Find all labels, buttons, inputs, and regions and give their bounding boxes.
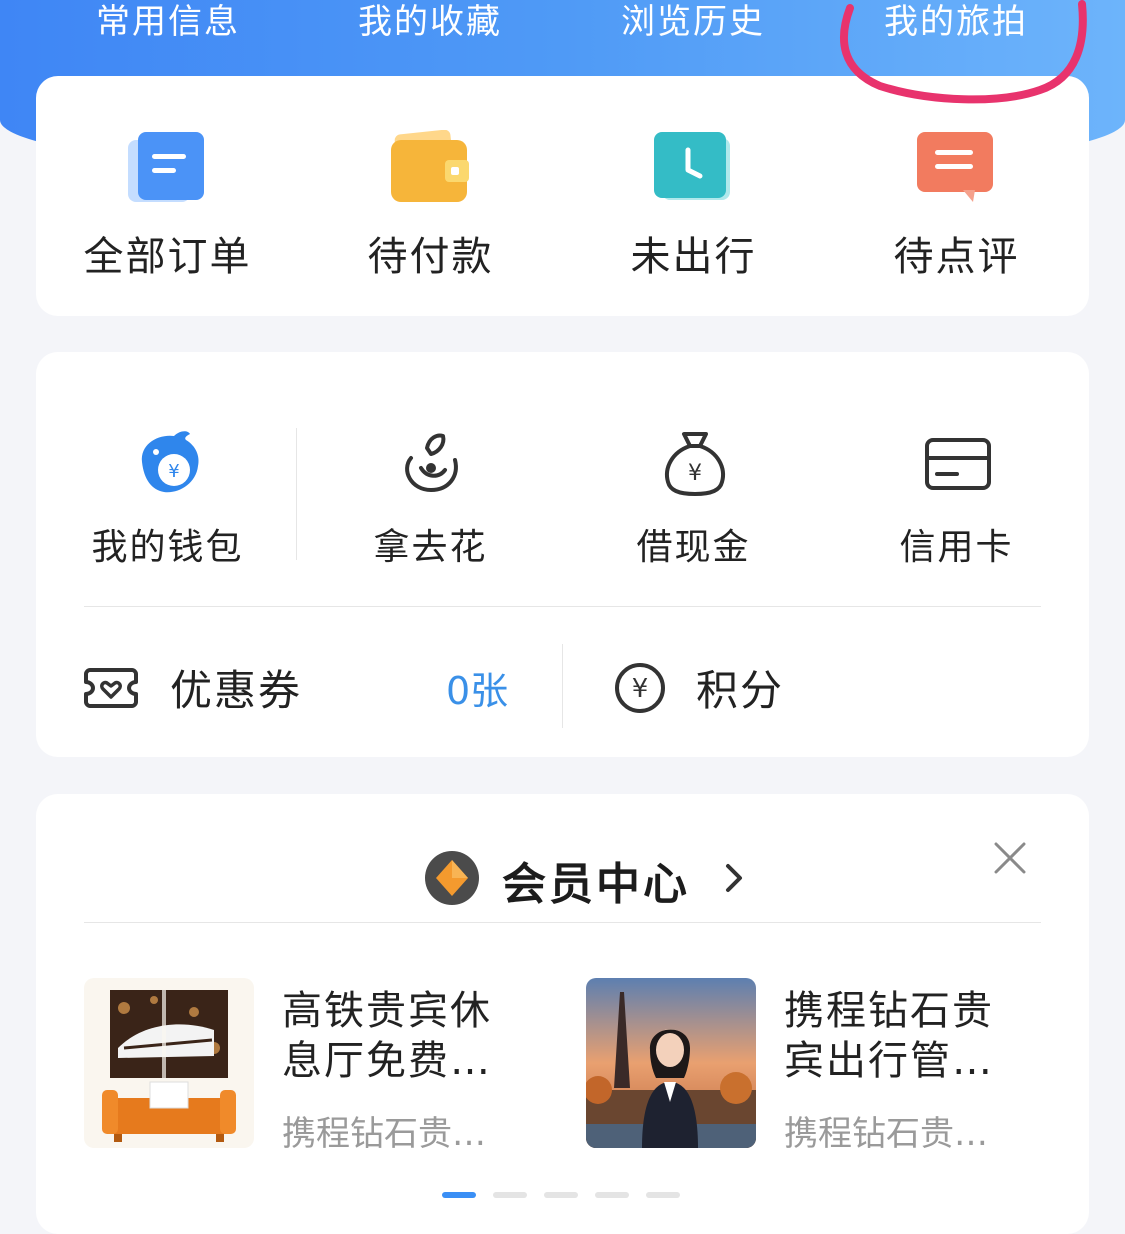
coupon-icon xyxy=(84,668,138,708)
carousel-dot[interactable] xyxy=(595,1192,629,1198)
comment-icon xyxy=(917,132,993,202)
chevron-right-icon xyxy=(726,864,742,892)
order-upcoming-label: 未出行 xyxy=(630,234,757,280)
member-diamond-icon xyxy=(425,851,479,905)
promo-subtitle: 携程钻石贵… xyxy=(282,1114,486,1154)
carousel-dot[interactable] xyxy=(544,1192,578,1198)
finance-borrow-cash[interactable]: ¥ 借现金 xyxy=(562,352,825,572)
credit-card-icon xyxy=(925,438,991,490)
coupon-label: 优惠券 xyxy=(170,666,303,715)
lounge-thumbnail xyxy=(84,978,254,1148)
coupon-count: 0张 xyxy=(446,669,509,713)
finance-credit-card-label: 信用卡 xyxy=(899,527,1014,568)
order-to-review-label: 待点评 xyxy=(893,234,1020,280)
order-pending-payment-label: 待付款 xyxy=(367,234,494,280)
finance-wallet[interactable]: ¥ 我的钱包 xyxy=(36,352,299,572)
orders-card: 全部订单 待付款 未出行 待点评 xyxy=(36,76,1089,316)
finance-wallet-label: 我的钱包 xyxy=(91,527,244,568)
clock-icon xyxy=(654,132,730,200)
carousel-dot[interactable] xyxy=(442,1192,476,1198)
member-divider xyxy=(84,922,1041,923)
concierge-thumbnail xyxy=(586,978,756,1148)
close-icon[interactable] xyxy=(992,840,1028,876)
promo-title: 高铁贵宾休 息厅免费… xyxy=(282,988,492,1084)
coupon-entry[interactable]: 优惠券 0张 xyxy=(84,642,564,732)
finance-divider xyxy=(84,606,1041,607)
wallet-icon xyxy=(391,130,469,202)
order-all-label: 全部订单 xyxy=(83,234,252,280)
member-center-header[interactable]: 会员中心 xyxy=(36,846,1089,916)
money-bag-icon: ¥ xyxy=(665,432,725,496)
carousel-dot[interactable] xyxy=(646,1192,680,1198)
finance-installment-label: 拿去花 xyxy=(373,527,488,568)
finance-credit-card[interactable]: 信用卡 xyxy=(825,352,1088,572)
yuan-coin-icon: ¥ xyxy=(615,663,665,713)
points-label: 积分 xyxy=(696,666,785,715)
tab-favorites[interactable]: 我的收藏 xyxy=(320,0,540,48)
finance-card: ¥ 我的钱包 拿去花 ¥ 借现金 信用卡 优惠券 0张 ¥ 积分 xyxy=(36,352,1089,757)
top-tab-bar: 常用信息 我的收藏 浏览历史 我的旅拍 xyxy=(0,0,1125,60)
svg-text:¥: ¥ xyxy=(688,461,702,486)
tab-travel-photos[interactable]: 我的旅拍 xyxy=(846,0,1066,48)
svg-text:¥: ¥ xyxy=(168,461,179,482)
carousel-indicator xyxy=(442,1192,692,1200)
promo-subtitle: 携程钻石贵… xyxy=(784,1114,988,1154)
promo-item[interactable]: 携程钻石贵 宾出行管… 携程钻石贵… xyxy=(586,978,1046,1158)
flower-icon xyxy=(405,433,458,493)
promo-title: 携程钻石贵 宾出行管… xyxy=(784,988,994,1084)
finance-borrow-cash-label: 借现金 xyxy=(636,527,751,568)
member-card: 会员中心 高铁贵宾休 息厅免费… 携程钻石贵… 携程钻石贵 宾出行管… 携程钻石… xyxy=(36,794,1089,1234)
promo-item[interactable]: 高铁贵宾休 息厅免费… 携程钻石贵… xyxy=(84,978,544,1158)
tab-history[interactable]: 浏览历史 xyxy=(583,0,803,48)
tab-common-info[interactable]: 常用信息 xyxy=(58,0,278,48)
dolphin-wallet-icon: ¥ xyxy=(141,431,199,493)
document-icon xyxy=(128,132,204,202)
carousel-dot[interactable] xyxy=(493,1192,527,1198)
points-entry[interactable]: ¥ 积分 xyxy=(614,642,1034,732)
finance-installment[interactable]: 拿去花 xyxy=(299,352,562,572)
svg-text:¥: ¥ xyxy=(632,674,649,704)
coupon-points-divider xyxy=(562,644,563,728)
wallet-divider xyxy=(296,428,297,560)
member-center-title: 会员中心 xyxy=(502,859,690,910)
